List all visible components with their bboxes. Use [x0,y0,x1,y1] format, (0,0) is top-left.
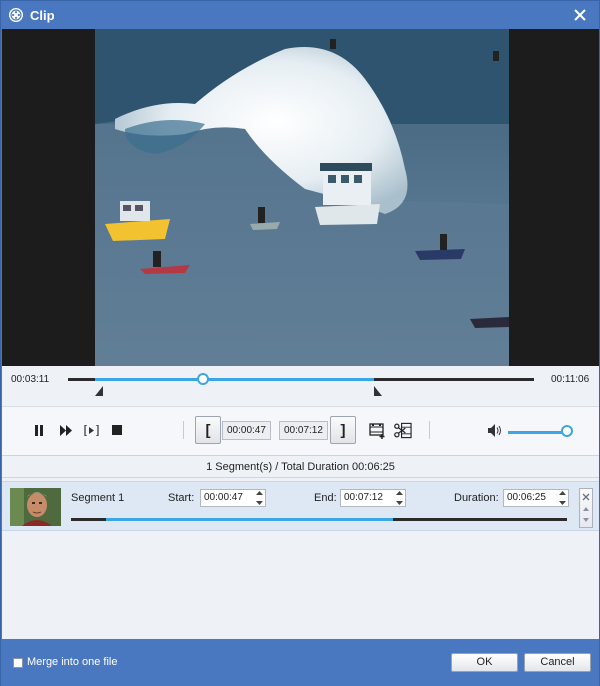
ok-button[interactable]: OK [451,653,518,672]
segment-start-input[interactable]: 00:00:47 [200,489,266,507]
close-icon [574,9,586,21]
close-icon[interactable] [580,491,592,503]
chevron-up-icon [559,491,566,495]
scissors-icon [394,422,412,438]
start-time-display: 00:00:47 [222,421,271,440]
chevron-down-icon [256,501,263,505]
set-start-button[interactable]: [ [195,416,221,444]
divider [183,421,184,439]
segment-range [105,518,394,521]
dialog-footer: Merge into one file OK Cancel [1,639,599,686]
play-selection-button[interactable] [82,421,100,439]
timeline-track[interactable] [68,373,534,385]
segment-range-track [71,518,567,521]
merge-checkbox[interactable] [13,658,23,668]
fast-forward-button[interactable] [57,421,75,439]
timeline: 00:03:11 00:11:06 [2,366,599,406]
end-time-display: 00:07:12 [279,421,328,440]
video-preview [2,29,599,366]
split-button[interactable] [394,421,412,439]
segment-duration-value: 00:06:25 [507,492,546,503]
divider [429,421,430,439]
chevron-down-icon[interactable] [580,515,592,525]
title-bar: Clip [1,1,599,29]
volume-handle[interactable] [560,425,573,437]
fast-forward-icon [59,424,72,436]
spinner-arrows[interactable] [396,491,403,505]
chevron-up-icon[interactable] [580,504,592,514]
dialog-body: 00:03:11 00:11:06 [00:00:47 00:07:12] … [2,29,599,639]
playhead-handle[interactable] [197,373,210,385]
speaker-icon [487,423,501,437]
segment-list: Segment 1 Start: 00:00:47 End: 00:07:12 [2,477,599,639]
chevron-up-icon [256,491,263,495]
start-label: Start: [168,492,195,504]
add-clip-icon [368,422,384,439]
pause-button[interactable] [30,421,48,439]
play-selection-icon [83,424,99,436]
close-button[interactable] [571,6,589,24]
stop-icon [112,425,122,435]
current-time: 00:03:11 [11,374,50,385]
chevron-down-icon [559,501,566,505]
segment-thumbnail [10,488,61,526]
playback-controls: [ 00:00:47 00:07:12 ] [2,406,599,456]
segment-start-value: 00:00:47 [204,492,243,503]
mute-button[interactable] [486,421,504,439]
pause-icon [35,424,43,436]
stop-button[interactable] [108,421,126,439]
segment-name: Segment 1 [71,492,125,504]
window-title: Clip [30,7,55,23]
segment-duration-input[interactable]: 00:06:25 [503,489,569,507]
video-frame [95,29,509,366]
cancel-button[interactable]: Cancel [524,653,591,672]
timeline-selection [94,378,374,381]
spinner-arrows[interactable] [559,491,566,505]
duration-label: Duration: [454,492,499,504]
clip-dialog: Clip 00:03:11 00:11:06 [00:00:47 00:07:… [0,0,600,686]
segment-end-value: 00:07:12 [344,492,383,503]
segment-side-controls [579,488,593,528]
segment-end-input[interactable]: 00:07:12 [340,489,406,507]
spinner-arrows[interactable] [256,491,263,505]
segments-summary: 1 Segment(s) / Total Duration 00:06:25 [2,457,599,477]
end-label: End: [314,492,337,504]
film-reel-icon [9,8,23,22]
set-end-button[interactable]: ] [330,416,356,444]
merge-label[interactable]: Merge into one file [27,656,118,668]
list-item[interactable]: Segment 1 Start: 00:00:47 End: 00:07:12 [2,481,599,531]
total-time: 00:11:06 [551,374,590,385]
chevron-up-icon [396,491,403,495]
add-clip-button[interactable] [368,421,386,439]
chevron-down-icon [396,501,403,505]
